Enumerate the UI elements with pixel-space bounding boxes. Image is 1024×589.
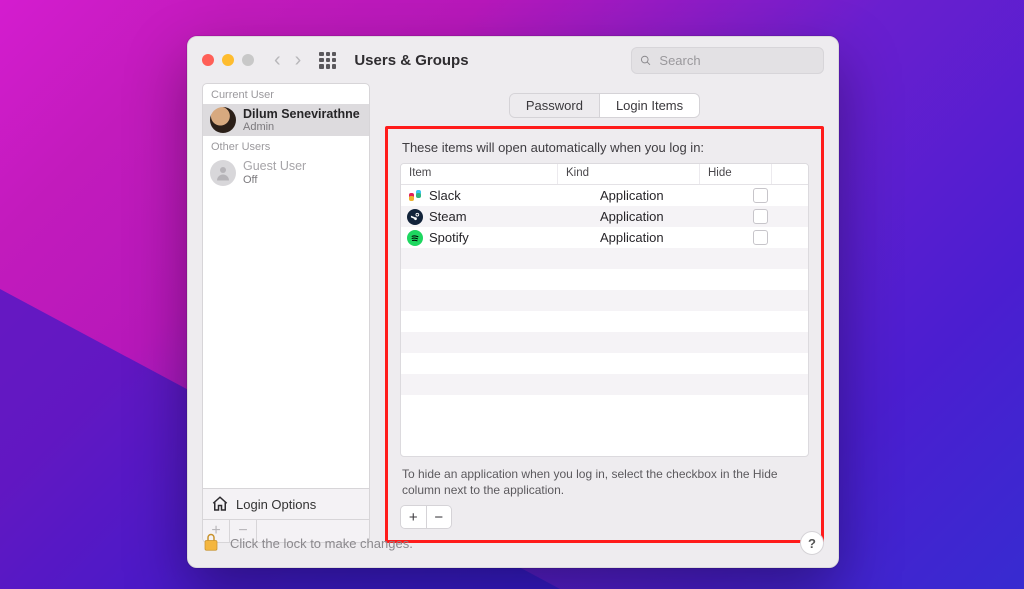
item-name: Steam <box>429 209 467 224</box>
tab-password[interactable]: Password <box>510 94 600 117</box>
tabs: Password Login Items <box>509 93 700 118</box>
zoom-window-button[interactable] <box>242 54 254 66</box>
steam-icon <box>407 209 423 225</box>
user-row-guest[interactable]: Guest User Off <box>203 156 369 188</box>
login-items-caption: These items will open automatically when… <box>402 140 809 155</box>
help-button[interactable]: ? <box>800 531 824 555</box>
col-item[interactable]: Item <box>401 164 558 184</box>
forward-button[interactable]: › <box>295 50 302 70</box>
window-controls <box>202 54 254 66</box>
col-hide[interactable]: Hide <box>700 164 772 184</box>
footer: Click the lock to make changes. ? <box>202 529 824 557</box>
item-kind: Application <box>592 209 733 224</box>
back-button[interactable]: ‹ <box>274 50 281 70</box>
hide-checkbox[interactable] <box>753 230 768 245</box>
spotify-icon <box>407 230 423 246</box>
lock-text: Click the lock to make changes. <box>230 536 413 551</box>
preferences-window: ‹ › Users & Groups Current User Dilum Se… <box>187 36 839 568</box>
login-items-table: Item Kind Hide Slack Application <box>400 163 809 457</box>
main-panel: Password Login Items These items will op… <box>385 83 824 543</box>
table-row[interactable]: Steam Application <box>401 206 808 227</box>
search-input[interactable] <box>657 52 815 69</box>
close-window-button[interactable] <box>202 54 214 66</box>
remove-login-item-button[interactable]: − <box>427 506 452 528</box>
highlight-box: These items will open automatically when… <box>385 126 824 543</box>
user-name: Guest User <box>243 159 306 173</box>
hide-checkbox[interactable] <box>753 209 768 224</box>
login-options-label: Login Options <box>236 497 316 512</box>
table-row[interactable]: Slack Application <box>401 185 808 206</box>
window-title: Users & Groups <box>354 52 468 69</box>
item-kind: Application <box>592 230 733 245</box>
col-kind[interactable]: Kind <box>558 164 700 184</box>
user-name: Dilum Senevirathne <box>243 107 360 121</box>
avatar <box>210 160 236 186</box>
hide-checkbox[interactable] <box>753 188 768 203</box>
section-header-other: Other Users <box>203 136 369 156</box>
users-sidebar: Current User Dilum Senevirathne Admin Ot… <box>202 83 370 543</box>
slack-icon <box>407 188 423 204</box>
lock-icon <box>202 531 220 553</box>
tab-login-items[interactable]: Login Items <box>600 94 699 117</box>
user-role: Admin <box>243 121 360 133</box>
item-kind: Application <box>592 188 733 203</box>
search-field[interactable] <box>631 47 824 74</box>
item-name: Spotify <box>429 230 469 245</box>
table-header: Item Kind Hide <box>401 164 808 185</box>
user-role: Off <box>243 174 306 186</box>
add-login-item-button[interactable]: + <box>401 506 427 528</box>
search-icon <box>640 54 651 67</box>
avatar <box>210 107 236 133</box>
item-name: Slack <box>429 188 461 203</box>
hide-hint: To hide an application when you log in, … <box>402 466 807 498</box>
user-row-current[interactable]: Dilum Senevirathne Admin <box>203 104 369 136</box>
login-options-button[interactable]: Login Options <box>202 489 370 520</box>
section-header-current: Current User <box>203 84 369 104</box>
minimize-window-button[interactable] <box>222 54 234 66</box>
lock-button[interactable] <box>202 531 220 556</box>
toolbar: ‹ › Users & Groups <box>188 37 838 83</box>
show-all-button[interactable] <box>319 52 336 69</box>
table-row[interactable]: Spotify Application <box>401 227 808 248</box>
home-icon <box>211 495 229 513</box>
login-items-add-remove: + − <box>400 505 452 529</box>
